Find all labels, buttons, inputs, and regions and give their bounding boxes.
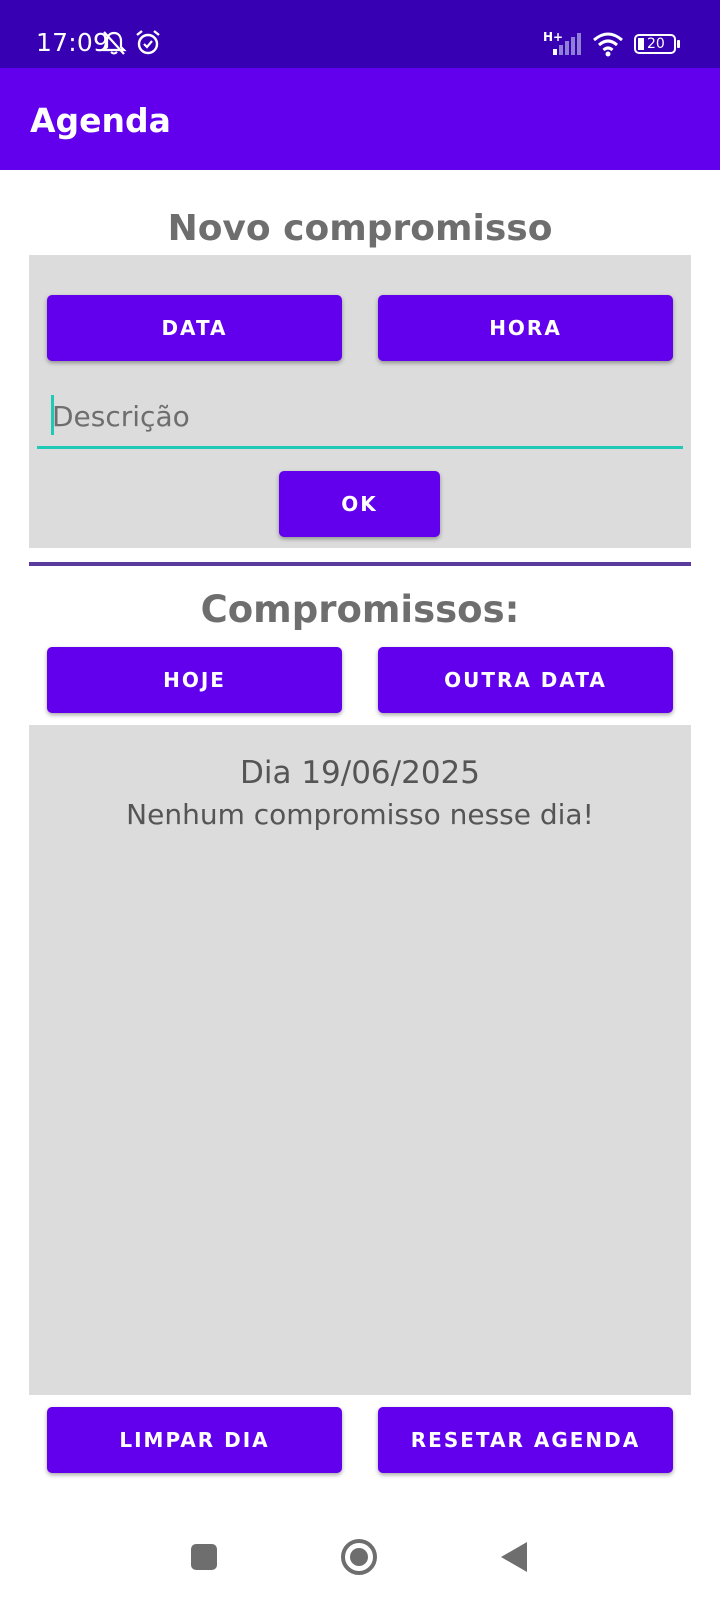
description-field[interactable]: [37, 392, 683, 449]
recents-icon[interactable]: [190, 1543, 218, 1576]
list-date-label: Dia 19/06/2025: [239, 755, 480, 791]
home-icon[interactable]: [340, 1538, 378, 1581]
reset-agenda-button[interactable]: RESETAR AGENDA: [378, 1407, 673, 1473]
navigation-bar: [0, 1500, 720, 1600]
app-title: Agenda: [30, 101, 171, 140]
bell-off-icon: [101, 30, 127, 61]
app-bar: Agenda: [0, 68, 720, 170]
ok-button[interactable]: OK: [279, 471, 440, 537]
today-button[interactable]: HOJE: [47, 647, 342, 713]
date-button[interactable]: DATA: [47, 295, 342, 361]
battery-level: 20: [647, 36, 665, 52]
new-appointment-heading: Novo compromisso: [167, 208, 553, 249]
other-date-button[interactable]: OUTRA DATA: [378, 647, 673, 713]
section-divider: [29, 562, 691, 566]
wifi-icon: [592, 31, 624, 62]
back-icon[interactable]: [500, 1541, 530, 1578]
empty-message: Nenhum compromisso nesse dia!: [126, 798, 594, 831]
clear-day-button[interactable]: LIMPAR DIA: [47, 1407, 342, 1473]
appointments-heading: Compromissos:: [200, 588, 520, 631]
signal-icon: [553, 33, 583, 60]
status-bar: 17:09 H+ 20: [0, 0, 720, 68]
status-time: 17:09: [36, 28, 110, 57]
alarm-icon: [134, 29, 162, 62]
description-input[interactable]: [52, 392, 672, 440]
appointments-list: Dia 19/06/2025 Nenhum compromisso nesse …: [29, 725, 691, 1395]
time-button[interactable]: HORA: [378, 295, 673, 361]
